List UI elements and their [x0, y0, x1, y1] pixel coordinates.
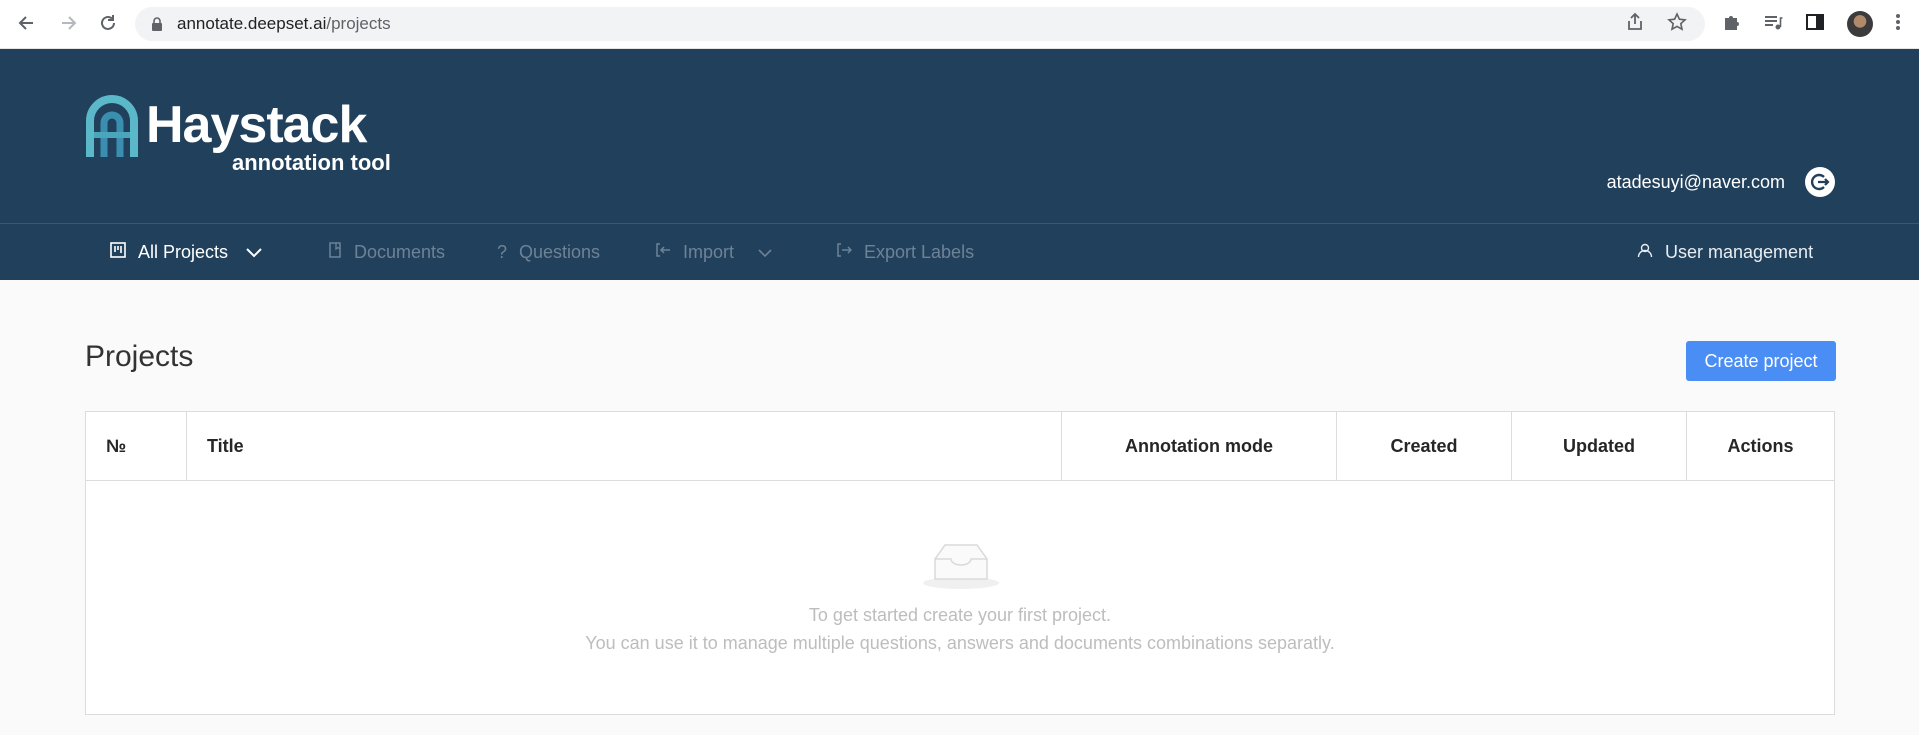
- nav-import[interactable]: Import: [655, 224, 772, 280]
- nav-all-projects[interactable]: All Projects: [110, 224, 262, 280]
- nav-export-labels[interactable]: Export Labels: [836, 224, 974, 280]
- projects-table: № Title Annotation mode Created Updated …: [85, 411, 1835, 715]
- logo-subtitle: annotation tool: [232, 150, 391, 175]
- export-icon: [836, 242, 853, 263]
- logout-icon[interactable]: [1805, 167, 1835, 197]
- forward-icon[interactable]: [55, 10, 81, 36]
- question-icon: ?: [497, 241, 508, 262]
- column-header-updated[interactable]: Updated: [1511, 412, 1686, 480]
- column-header-created[interactable]: Created: [1336, 412, 1511, 480]
- logo-title: Haystack: [146, 96, 367, 154]
- page-title: Projects: [85, 340, 194, 373]
- star-icon[interactable]: [1667, 11, 1687, 37]
- browser-toolbar: annotate.deepset.ai/projects: [0, 0, 1919, 49]
- sidepanel-icon[interactable]: [1805, 12, 1825, 37]
- empty-state-line1: To get started create your first project…: [808, 605, 1112, 625]
- import-icon: [655, 242, 671, 263]
- profile-avatar[interactable]: [1847, 11, 1873, 37]
- column-header-actions[interactable]: Actions: [1686, 412, 1834, 480]
- document-icon: [328, 241, 342, 263]
- url-text: annotate.deepset.ai/projects: [177, 14, 391, 33]
- app-header: Haystack annotation tool atadesuyi@naver…: [0, 49, 1919, 223]
- empty-state-line2: You can use it to manage multiple questi…: [585, 633, 1335, 653]
- column-header-annotation-mode[interactable]: Annotation mode: [1061, 412, 1336, 480]
- create-project-button[interactable]: Create project: [1686, 341, 1836, 381]
- chevron-down-icon: [758, 242, 772, 263]
- nav-all-projects-label: All Projects: [138, 241, 229, 262]
- address-bar[interactable]: annotate.deepset.ai/projects: [135, 7, 1705, 41]
- column-header-number[interactable]: №: [86, 412, 186, 480]
- back-icon[interactable]: [14, 10, 40, 36]
- column-header-title[interactable]: Title: [186, 412, 1061, 480]
- haystack-logo[interactable]: Haystack annotation tool: [86, 95, 391, 175]
- extensions-icon[interactable]: [1721, 12, 1741, 37]
- user-email: atadesuyi@naver.com: [1606, 171, 1785, 192]
- nav-documents-label: Documents: [354, 241, 446, 262]
- board-icon: [110, 241, 126, 263]
- inbox-icon: [923, 544, 999, 589]
- haystack-logo-icon: [86, 95, 138, 157]
- nav-export-labels-label: Export Labels: [864, 241, 975, 262]
- empty-state: To get started create your first project…: [86, 481, 1834, 715]
- nav-user-management[interactable]: User management: [1637, 224, 1813, 280]
- reload-icon[interactable]: [95, 10, 121, 36]
- table-header: № Title Annotation mode Created Updated …: [86, 412, 1834, 481]
- user-icon: [1637, 242, 1653, 263]
- nav-questions-label: Questions: [519, 241, 601, 262]
- menu-icon[interactable]: [1895, 12, 1901, 37]
- lock-icon: [151, 17, 165, 31]
- nav-import-label: Import: [683, 241, 735, 262]
- nav-questions[interactable]: ? Questions: [497, 224, 600, 280]
- chevron-down-icon: [246, 242, 262, 263]
- nav-documents[interactable]: Documents: [328, 224, 445, 280]
- media-icon[interactable]: [1763, 12, 1783, 37]
- share-icon[interactable]: [1625, 12, 1645, 37]
- main-nav: All Projects Documents ? Questions Impor…: [0, 223, 1919, 280]
- nav-user-management-label: User management: [1665, 241, 1814, 262]
